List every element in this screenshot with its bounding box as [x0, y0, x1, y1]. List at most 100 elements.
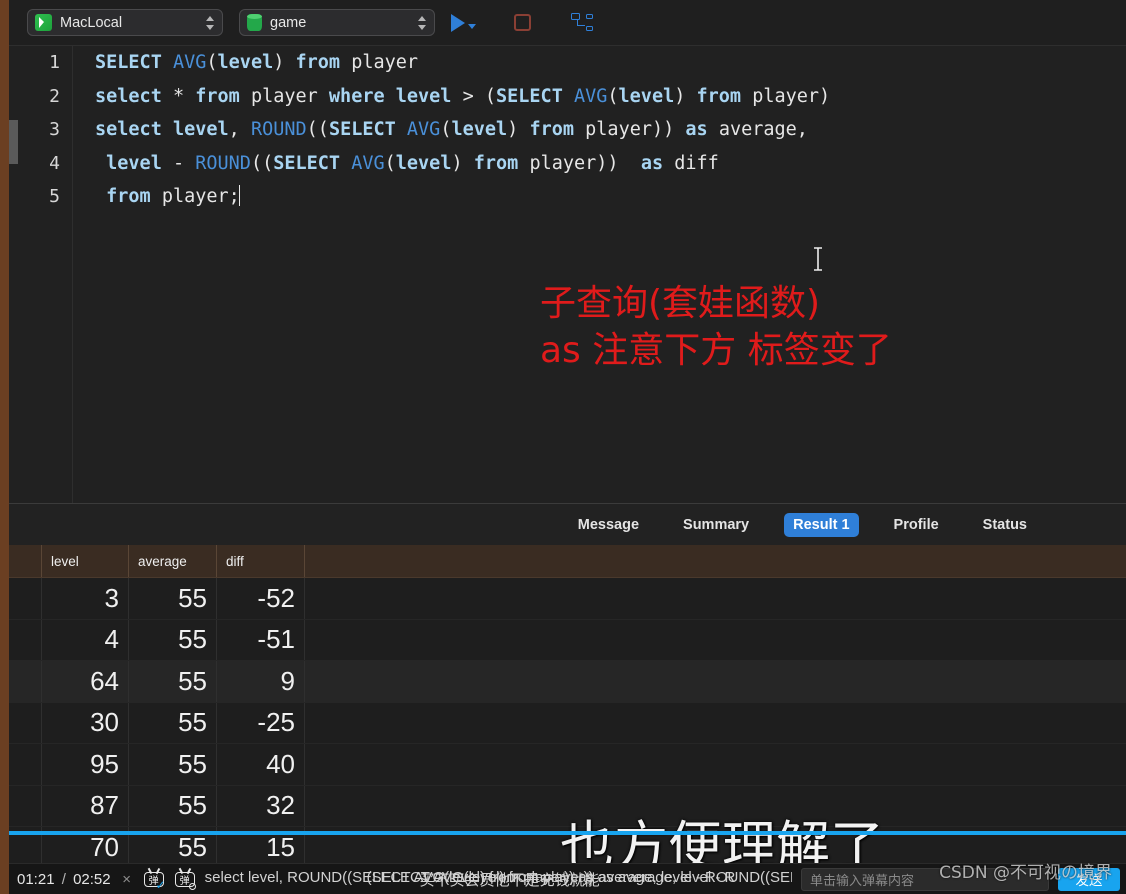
- row-number-header: [9, 545, 42, 577]
- cell-diff[interactable]: -25: [217, 702, 305, 743]
- red-annotation: 子查询(套娃函数) as 注意下方 标签变了: [540, 280, 892, 374]
- cell-level[interactable]: 95: [42, 744, 129, 785]
- code-token: SELECT: [95, 52, 173, 73]
- column-header-diff[interactable]: diff: [217, 545, 305, 577]
- code-line: level - ROUND((SELECT AVG(level) from pl…: [95, 147, 1126, 181]
- chevron-updown-icon: [205, 14, 216, 32]
- cell-diff[interactable]: 32: [217, 785, 305, 826]
- code-token: from: [529, 119, 586, 140]
- row-number-cell: [9, 702, 42, 743]
- gear-icon: [188, 883, 196, 890]
- code-token: ((: [306, 119, 329, 140]
- table-row[interactable]: 95 55 40: [9, 744, 1126, 786]
- result-grid[interactable]: level average diff 3 55 -52 4 55 -51 64 55 9 30 55 -2…: [9, 545, 1126, 863]
- danmaku-settings-button[interactable]: 弹: [174, 867, 196, 890]
- table-row[interactable]: 64 55 9: [9, 661, 1126, 703]
- scrollbar-thumb[interactable]: [9, 120, 18, 164]
- cell-diff[interactable]: 9: [217, 661, 305, 702]
- cell-filler: [305, 620, 1126, 661]
- code-token: level: [395, 85, 463, 107]
- danmaku-scroll-track: select level, ROUND((SELECT AVG(level) f…: [205, 864, 792, 894]
- cell-average[interactable]: 55: [129, 661, 217, 702]
- code-token: AVG: [351, 152, 385, 174]
- cell-average[interactable]: 55: [129, 619, 217, 660]
- cell-average[interactable]: 55: [129, 702, 217, 743]
- cell-level[interactable]: 4: [42, 619, 129, 660]
- code-token: level: [395, 152, 452, 174]
- row-number-cell: [9, 578, 42, 619]
- annotation-line-1: 子查询(套娃函数): [540, 283, 821, 324]
- sql-editor[interactable]: 1 2 3 4 5 SELECT AVG(level) from player s…: [9, 46, 1126, 503]
- tab-message[interactable]: Message: [569, 513, 648, 537]
- line-number: 1: [49, 52, 60, 73]
- code-token: -: [172, 152, 196, 174]
- table-row[interactable]: 3 55 -52: [9, 578, 1126, 620]
- table-row[interactable]: 87 55 32: [9, 785, 1126, 827]
- line-number: 5: [49, 186, 60, 207]
- code-token: player;: [161, 186, 240, 207]
- cell-level[interactable]: 87: [42, 785, 129, 826]
- code-token: level: [172, 119, 229, 140]
- database-select[interactable]: game: [239, 9, 435, 36]
- explain-plan-button[interactable]: [571, 13, 593, 32]
- code-token: AVG: [573, 85, 608, 107]
- cell-level[interactable]: 30: [42, 702, 129, 743]
- grid-header-row: level average diff: [9, 545, 1126, 578]
- connection-icon: [35, 14, 52, 31]
- code-token: (: [440, 119, 452, 140]
- column-header-average[interactable]: average: [129, 545, 217, 577]
- line-number: 3: [49, 119, 60, 140]
- code-token: ((: [250, 152, 274, 174]
- code-token: from: [95, 186, 162, 207]
- code-line: select level, ROUND((SELECT AVG(level) f…: [95, 113, 1126, 147]
- code-token: ): [674, 85, 697, 107]
- cell-average[interactable]: 55: [129, 744, 217, 785]
- run-button[interactable]: [451, 13, 476, 32]
- table-row[interactable]: 30 55 -25: [9, 702, 1126, 744]
- cell-average[interactable]: 55: [129, 785, 217, 826]
- tab-status[interactable]: Status: [974, 513, 1036, 537]
- column-header-level[interactable]: level: [42, 545, 129, 577]
- code-token: SELECT: [273, 152, 352, 174]
- sql-code-area[interactable]: SELECT AVG(level) from player select * fr…: [73, 46, 1126, 503]
- sql-toolbar: MacLocal game: [9, 0, 1126, 46]
- code-line: SELECT AVG(level) from player: [95, 46, 1126, 80]
- stop-button[interactable]: [514, 14, 531, 31]
- line-number: 2: [49, 85, 60, 107]
- cell-diff[interactable]: -51: [217, 619, 305, 660]
- plan-tree-icon: [571, 13, 593, 32]
- code-token: select: [95, 119, 173, 140]
- code-token: ,: [228, 119, 251, 140]
- code-token: ROUND: [195, 152, 251, 174]
- cell-level[interactable]: 64: [42, 661, 129, 702]
- code-token: AVG: [172, 52, 207, 73]
- connection-select[interactable]: MacLocal: [27, 9, 223, 36]
- code-token: ): [451, 152, 474, 174]
- tab-result-1[interactable]: Result 1: [784, 512, 859, 537]
- code-token: from: [696, 85, 753, 107]
- video-progress-fill: [9, 831, 1126, 835]
- code-token: where: [328, 85, 396, 107]
- code-token: level: [217, 52, 274, 73]
- code-token: player)): [529, 152, 641, 174]
- danmaku-input[interactable]: 单击输入弹幕内容: [801, 867, 1049, 891]
- cell-filler: [305, 786, 1126, 827]
- send-button[interactable]: 发送: [1058, 867, 1120, 891]
- code-token: level: [618, 85, 675, 107]
- cell-average[interactable]: 55: [129, 578, 217, 619]
- code-token: (: [206, 52, 218, 73]
- table-row[interactable]: 4 55 -51: [9, 619, 1126, 661]
- result-tab-bar: Message Summary Result 1 Profile Status: [9, 503, 1126, 545]
- tab-profile[interactable]: Profile: [885, 513, 948, 537]
- cell-filler: [305, 578, 1126, 619]
- row-number-cell: [9, 661, 42, 702]
- cell-level[interactable]: 3: [42, 578, 129, 619]
- cell-diff[interactable]: 40: [217, 744, 305, 785]
- danmaku-toggle-button[interactable]: 弹 ✓: [143, 867, 166, 891]
- cell-diff[interactable]: -52: [217, 578, 305, 619]
- video-progress-bar[interactable]: [9, 831, 1126, 835]
- code-token: (: [607, 85, 619, 107]
- close-icon[interactable]: ×: [120, 871, 134, 888]
- video-player-screenshot: MacLocal game 1 2 3 4 5 SELECT AVG(level…: [0, 0, 1126, 894]
- tab-summary[interactable]: Summary: [674, 513, 758, 537]
